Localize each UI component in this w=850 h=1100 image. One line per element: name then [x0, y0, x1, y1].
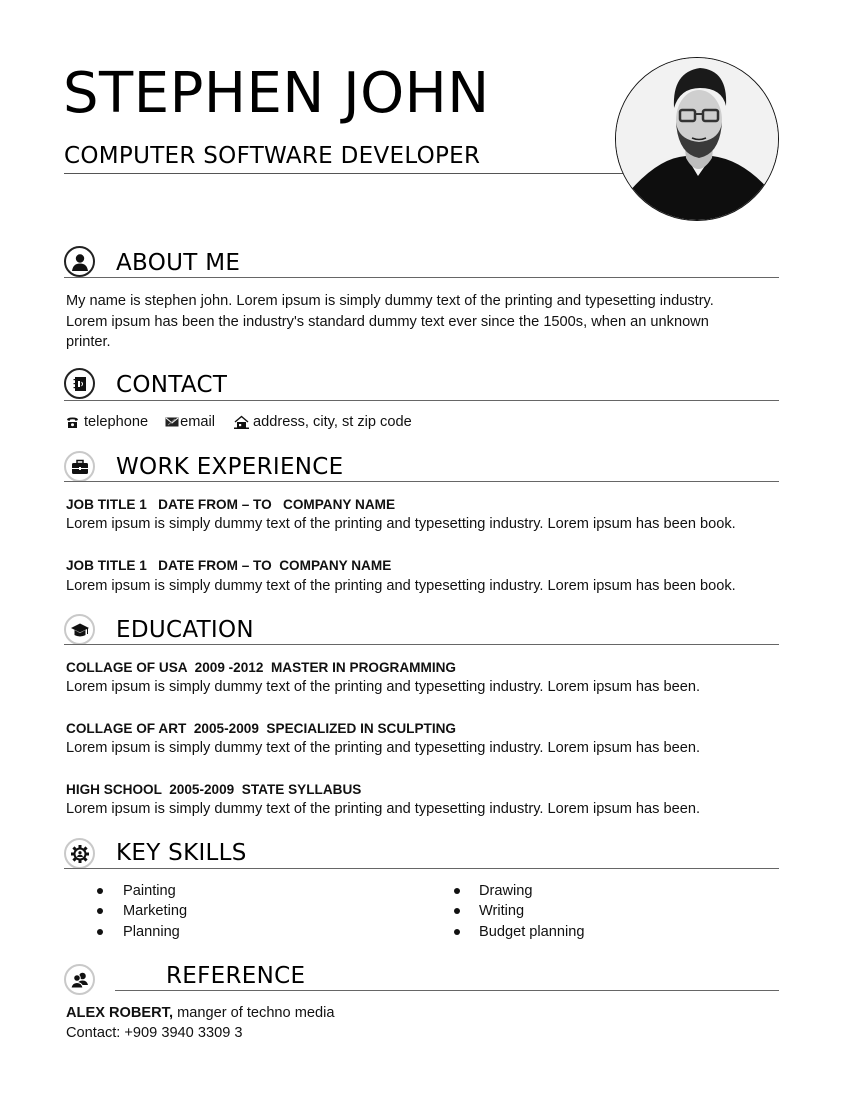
header-divider	[64, 173, 634, 174]
reference-contact: Contact: +909 3940 3309 3	[66, 1025, 243, 1041]
contact-email: email	[165, 414, 215, 430]
resume-name: STEPHEN JOHN	[63, 61, 490, 126]
bullet-icon	[454, 929, 460, 935]
about-line: Lorem ipsum has been the industry's stan…	[66, 313, 709, 330]
bullet-icon	[97, 908, 103, 914]
gear-person-icon	[70, 844, 89, 863]
skill-item: Drawing	[479, 883, 533, 899]
about-line: printer.	[66, 334, 111, 350]
reference-role: manger of techno media	[173, 1005, 335, 1021]
contact-address-label: address, city, st zip code	[253, 414, 412, 430]
job-title: COMPUTER SOFTWARE DEVELOPER	[64, 143, 481, 169]
work-entry-heading: JOB TITLE 1 DATE FROM – TO COMPANY NAME	[66, 558, 392, 573]
profile-photo	[615, 57, 779, 221]
contact-email-label: email	[180, 414, 215, 430]
about-section-icon	[64, 246, 95, 277]
skill-item: Planning	[123, 924, 180, 940]
reference-divider	[115, 990, 779, 991]
skills-section-icon	[64, 838, 95, 869]
reference-name: ALEX ROBERT,	[66, 1005, 174, 1021]
skill-item: Writing	[479, 903, 525, 919]
bullet-icon	[97, 929, 103, 935]
graduation-cap-icon	[70, 623, 89, 636]
work-entry-heading: JOB TITLE 1 DATE FROM – TO COMPANY NAME	[66, 497, 396, 512]
work-section-icon	[64, 451, 95, 482]
education-entry-heading: COLLAGE OF ART 2005-2009 SPECIALIZED IN …	[66, 721, 457, 736]
work-heading: WORK EXPERIENCE	[116, 454, 344, 480]
email-icon	[165, 416, 179, 428]
skill-item: Budget planning	[479, 924, 585, 940]
skills-divider	[64, 868, 779, 869]
home-icon	[233, 415, 250, 430]
person-icon	[71, 253, 88, 271]
bullet-icon	[454, 908, 460, 914]
contact-section-icon	[64, 368, 95, 399]
skill-item: Painting	[123, 883, 176, 899]
work-entry-text: Lorem ipsum is simply dummy text of the …	[66, 578, 736, 594]
contact-heading: CONTACT	[116, 372, 228, 398]
skills-heading: KEY SKILLS	[116, 840, 247, 866]
reference-section-icon	[64, 964, 95, 995]
education-entry-text: Lorem ipsum is simply dummy text of the …	[66, 740, 701, 756]
contact-telephone: telephone	[66, 414, 148, 430]
briefcase-icon	[71, 459, 88, 474]
bullet-icon	[97, 888, 103, 894]
contact-telephone-label: telephone	[84, 414, 149, 430]
bullet-icon	[454, 888, 460, 894]
contact-row: telephone email address, city, st zip co…	[66, 414, 412, 430]
education-divider	[64, 644, 779, 645]
about-divider	[64, 277, 779, 278]
education-heading: EDUCATION	[116, 617, 254, 643]
education-entry-text: Lorem ipsum is simply dummy text of the …	[66, 801, 701, 817]
education-entry-heading: HIGH SCHOOL 2005-2009 STATE SYLLABUS	[66, 782, 362, 797]
about-line: My name is stephen john. Lorem ipsum is …	[66, 293, 714, 309]
address-book-icon	[73, 376, 86, 391]
people-icon	[69, 972, 88, 988]
education-section-icon	[64, 614, 95, 645]
education-entry-text: Lorem ipsum is simply dummy text of the …	[66, 679, 701, 695]
about-text: My name is stephen john. Lorem ipsum is …	[66, 291, 714, 353]
reference-person: ALEX ROBERT, manger of techno media	[66, 1003, 334, 1024]
contact-address: address, city, st zip code	[233, 414, 412, 430]
work-entry-text: Lorem ipsum is simply dummy text of the …	[66, 516, 736, 532]
reference-heading: REFERENCE	[166, 963, 306, 989]
about-heading: ABOUT ME	[116, 250, 241, 276]
telephone-icon	[66, 416, 79, 429]
contact-divider	[64, 400, 779, 401]
work-divider	[64, 481, 779, 482]
skill-item: Marketing	[123, 903, 188, 919]
education-entry-heading: COLLAGE OF USA 2009 -2012 MASTER IN PROG…	[66, 660, 456, 675]
person-portrait-icon	[616, 58, 778, 220]
